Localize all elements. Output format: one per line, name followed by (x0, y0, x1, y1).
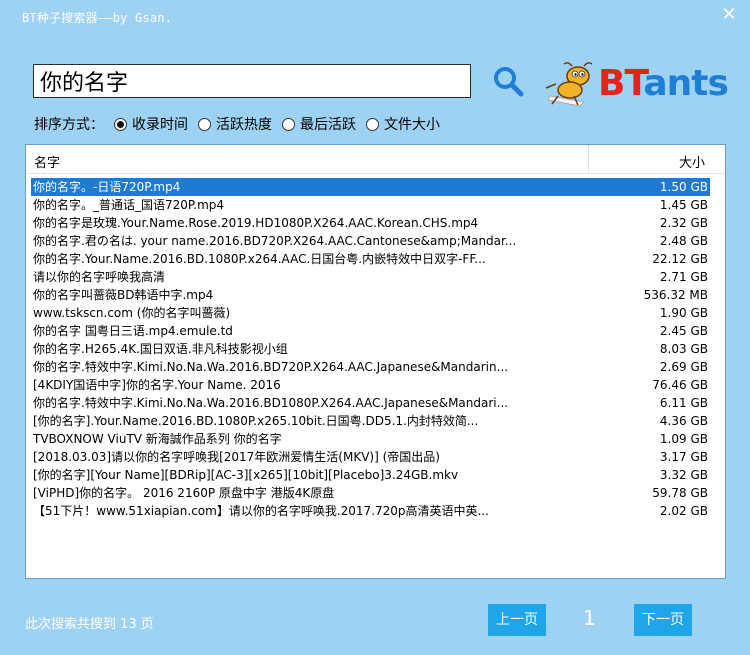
row-file-size: 76.46 GB (652, 378, 708, 392)
table-row[interactable]: 你的名字 国粤日三语.mp4.emule.td 2.45 GB (31, 322, 710, 340)
row-file-size: 2.32 GB (659, 216, 708, 230)
current-page-number: 1 (583, 606, 596, 630)
row-file-name: 你的名字.特效中字.Kimi.No.Na.Wa.2016.BD1080P.X26… (33, 396, 509, 410)
search-icon[interactable] (491, 64, 525, 98)
column-header-size[interactable]: 大小 (679, 152, 705, 171)
results-table: 名字 大小 你的名字。-日语720P.mp4 1.50 GB 你的名字。_普通话_国… (25, 144, 726, 579)
table-row[interactable]: 你的名字。-日语720P.mp4 1.50 GB (31, 178, 710, 196)
sort-radio-collected-time[interactable]: 收录时间 (114, 114, 188, 134)
table-row[interactable]: 你的名字.君の名は. your name.2016.BD720P.X264.AA… (31, 232, 710, 250)
table-header: 名字 大小 (26, 145, 725, 174)
row-file-name: 你的名字.特效中字.Kimi.No.Na.Wa.2016.BD720P.X264… (33, 360, 509, 374)
radio-icon[interactable] (282, 117, 295, 131)
radio-icon[interactable] (198, 117, 211, 131)
radio-selected-icon[interactable] (114, 117, 127, 131)
row-file-size: 536.32 MB (643, 288, 708, 302)
row-file-name: 你的名字。_普通话_国语720P.mp4 (33, 198, 225, 212)
row-file-name: 你的名字.H265.4K.国日双语.非凡科技影视小组 (33, 342, 288, 356)
table-row[interactable]: [ViPHD]你的名字。 2016 2160P 原盘中字 港版4K原盘 59.78… (31, 484, 710, 502)
row-file-size: 22.12 GB (652, 252, 708, 266)
ant-mascot-icon (545, 62, 593, 107)
sort-label: 排序方式： (34, 117, 104, 133)
table-row[interactable]: 你的名字是玫瑰.Your.Name.Rose.2019.HD1080P.X264… (31, 214, 710, 232)
row-file-name: www.tsksсn.com (你的名字叫蔷薇) (33, 306, 231, 320)
table-row[interactable]: 你的名字.H265.4K.国日双语.非凡科技影视小组 8.03 GB (31, 340, 710, 358)
column-header-name[interactable]: 名字 (34, 152, 60, 171)
table-row[interactable]: 你的名字.特效中字.Kimi.No.Na.Wa.2016.BD1080P.X26… (31, 394, 710, 412)
row-file-name: 【51下片！www.51xiapian.com】请以你的名字呼唤我.2017.7… (33, 504, 489, 518)
prev-page-button[interactable]: 上一页 (488, 604, 546, 636)
row-file-name: 你的名字.Your.Name.2016.BD.1080P.x264.AAC.日国… (33, 252, 486, 266)
row-file-size: 2.45 GB (659, 324, 708, 338)
table-row[interactable]: TVBOXNOW ViuTV 新海誠作品系列 你的名字 1.09 GB (31, 430, 710, 448)
logo-bt-text: BT (598, 63, 644, 104)
search-status: 此次搜索共搜到 13 页 (25, 617, 154, 632)
app-window: BT种子搜索器——by Gsan. ✕ BTants 排序方式： 收录时间 (0, 0, 750, 655)
row-file-size: 2.69 GB (659, 360, 708, 374)
table-row[interactable]: 你的名字.特效中字.Kimi.No.Na.Wa.2016.BD720P.X264… (31, 358, 710, 376)
radio-label: 文件大小 (384, 117, 440, 133)
next-page-button[interactable]: 下一页 (634, 604, 692, 636)
table-row[interactable]: [你的名字][Your Name][BDRip][AC-3][x265][10b… (31, 466, 710, 484)
row-file-name: [你的名字].Your.Name.2016.BD.1080P.x265.10bi… (33, 414, 479, 428)
row-file-name: [你的名字][Your Name][BDRip][AC-3][x265][10b… (33, 468, 459, 482)
row-file-name: [ViPHD]你的名字。 2016 2160P 原盘中字 港版4K原盘 (33, 486, 335, 500)
row-file-name: [4KDIY国语中字]你的名字.Your Name. 2016 (33, 378, 281, 392)
radio-label: 活跃热度 (216, 117, 272, 133)
row-file-name: 你的名字叫蔷薇BD韩语中字.mp4 (33, 288, 214, 302)
radio-label: 收录时间 (132, 117, 188, 133)
table-row[interactable]: [2018.03.03]请以你的名字呼唤我[2017年欧洲爱情生活(MKV)] … (31, 448, 710, 466)
sort-options: 排序方式： 收录时间 活跃热度 最后活跃 文件大小 (34, 114, 450, 134)
row-file-name: 你的名字.君の名は. your name.2016.BD720P.X264.AA… (33, 234, 517, 248)
radio-icon[interactable] (366, 117, 379, 131)
row-file-size: 1.09 GB (659, 432, 708, 446)
row-file-size: 8.03 GB (659, 342, 708, 356)
radio-label: 最后活跃 (300, 117, 356, 133)
row-file-size: 4.36 GB (659, 414, 708, 428)
row-file-size: 59.78 GB (652, 486, 708, 500)
table-row[interactable]: www.tsksсn.com (你的名字叫蔷薇) 1.90 GB (31, 304, 710, 322)
row-file-size: 2.02 GB (659, 504, 708, 518)
row-file-size: 2.71 GB (659, 270, 708, 284)
table-row[interactable]: 你的名字叫蔷薇BD韩语中字.mp4 536.32 MB (31, 286, 710, 304)
row-file-name: TVBOXNOW ViuTV 新海誠作品系列 你的名字 (33, 432, 282, 446)
logo-ants-text: ants (643, 63, 729, 104)
row-file-name: 你的名字 国粤日三语.mp4.emule.td (33, 324, 233, 338)
table-row[interactable]: 请以你的名字呼唤我高清 2.71 GB (31, 268, 710, 286)
table-row[interactable]: 你的名字。_普通话_国语720P.mp4 1.45 GB (31, 196, 710, 214)
row-file-name: 你的名字是玫瑰.Your.Name.Rose.2019.HD1080P.X264… (33, 216, 479, 230)
row-file-size: 1.90 GB (659, 306, 708, 320)
btants-logo: BTants (544, 62, 729, 108)
window-title: BT种子搜索器——by Gsan. (22, 11, 173, 25)
search-input[interactable] (33, 64, 471, 98)
row-file-size: 3.32 GB (659, 468, 708, 482)
row-file-name: 请以你的名字呼唤我高清 (33, 270, 166, 284)
row-file-size: 1.50 GB (659, 180, 708, 194)
title-bar: BT种子搜索器——by Gsan. ✕ (0, 0, 750, 34)
table-body: 你的名字。-日语720P.mp4 1.50 GB 你的名字。_普通话_国语720P.… (26, 174, 725, 520)
row-file-name: [2018.03.03]请以你的名字呼唤我[2017年欧洲爱情生活(MKV)] … (33, 450, 440, 464)
sort-radio-file-size[interactable]: 文件大小 (366, 114, 440, 134)
logo-text: BTants (598, 63, 729, 104)
close-icon[interactable]: ✕ (718, 4, 740, 26)
column-divider[interactable] (588, 145, 589, 173)
row-file-size: 2.48 GB (659, 234, 708, 248)
row-file-size: 3.17 GB (659, 450, 708, 464)
table-row[interactable]: [你的名字].Your.Name.2016.BD.1080P.x265.10bi… (31, 412, 710, 430)
table-row[interactable]: 你的名字.Your.Name.2016.BD.1080P.x264.AAC.日国… (31, 250, 710, 268)
row-file-size: 1.45 GB (659, 198, 708, 212)
table-row[interactable]: 【51下片！www.51xiapian.com】请以你的名字呼唤我.2017.7… (31, 502, 710, 520)
row-file-name: 你的名字。-日语720P.mp4 (33, 180, 181, 194)
sort-radio-last-active[interactable]: 最后活跃 (282, 114, 356, 134)
row-file-size: 6.11 GB (659, 396, 708, 410)
sort-radio-activity[interactable]: 活跃热度 (198, 114, 272, 134)
table-row[interactable]: [4KDIY国语中字]你的名字.Your Name. 2016 76.46 GB (31, 376, 710, 394)
